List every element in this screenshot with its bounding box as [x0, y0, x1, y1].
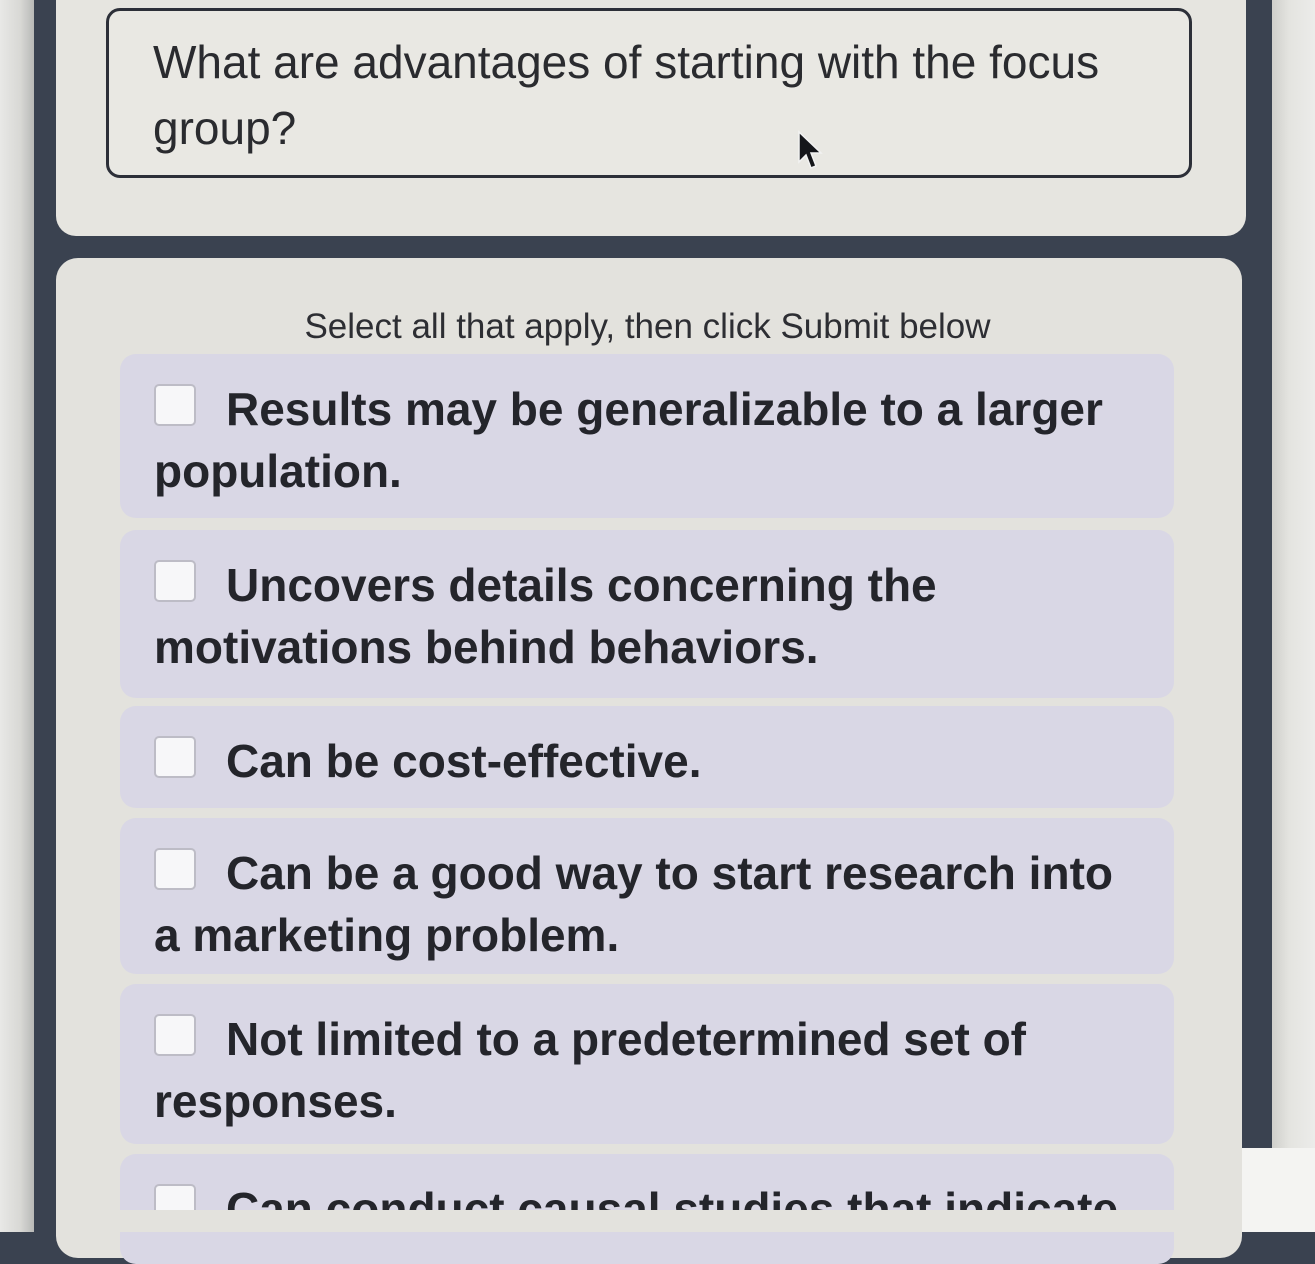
- screen-corner: [1240, 1148, 1315, 1232]
- option-label: Can be cost-effective.: [226, 735, 702, 787]
- option-label: Can be a good way to start research into…: [154, 847, 1113, 961]
- answer-option[interactable]: Can be cost-effective.: [120, 706, 1174, 808]
- screen-right-edge: [1272, 0, 1315, 1232]
- card-bottom-edge: [56, 1210, 1242, 1232]
- option-checkbox[interactable]: [154, 384, 196, 426]
- answer-option[interactable]: Can conduct causal studies that indicate: [120, 1154, 1174, 1264]
- screen-left-edge: [0, 0, 34, 1232]
- instructions-text: Select all that apply, then click Submit…: [304, 307, 991, 346]
- answer-option[interactable]: Uncovers details concerning the motivati…: [120, 530, 1174, 698]
- answer-option[interactable]: Not limited to a predetermined set of re…: [120, 984, 1174, 1144]
- answer-option[interactable]: Results may be generalizable to a larger…: [120, 354, 1174, 518]
- question-box: What are advantages of starting with the…: [106, 8, 1192, 178]
- answer-option[interactable]: Can be a good way to start research into…: [120, 818, 1174, 974]
- option-label: Uncovers details concerning the motivati…: [154, 559, 937, 673]
- option-checkbox[interactable]: [154, 848, 196, 890]
- option-checkbox[interactable]: [154, 1014, 196, 1056]
- question-text: What are advantages of starting with the…: [153, 36, 1100, 154]
- option-checkbox[interactable]: [154, 736, 196, 778]
- mouse-pointer-icon: [798, 130, 823, 169]
- option-label: Not limited to a predetermined set of re…: [154, 1013, 1026, 1127]
- option-checkbox[interactable]: [154, 560, 196, 602]
- option-label: Results may be generalizable to a larger…: [154, 383, 1103, 497]
